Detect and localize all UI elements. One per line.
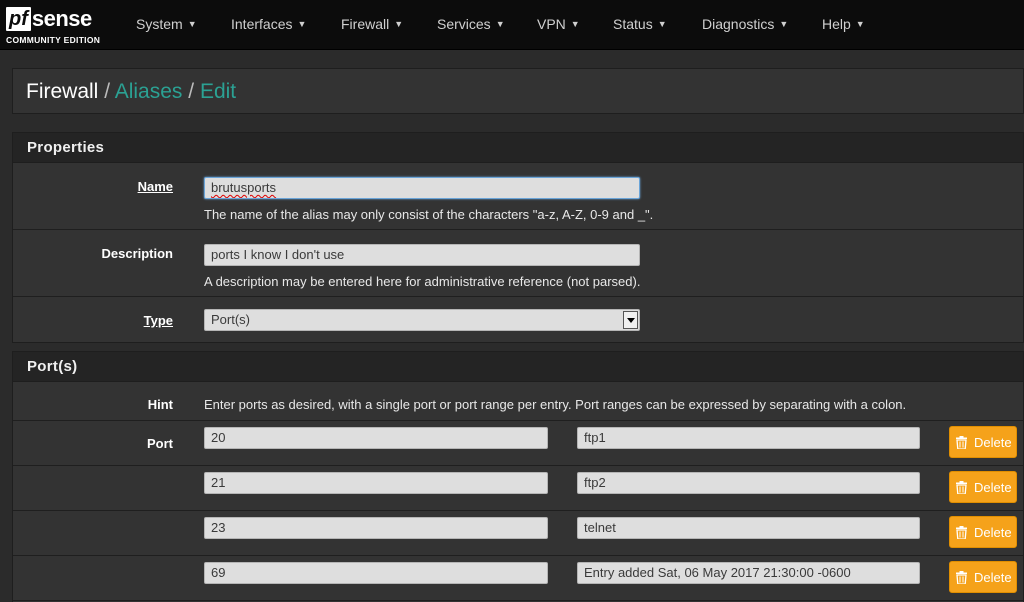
- logo-edition: COMMUNITY EDITION: [6, 35, 101, 45]
- caret-down-icon: ▼: [187, 19, 197, 29]
- menu-firewall-label: Firewall: [341, 16, 390, 32]
- delete-button[interactable]: Delete: [949, 471, 1017, 503]
- description-row: Description ports I know I don't use A d…: [13, 230, 1023, 297]
- port-input[interactable]: 21: [204, 472, 548, 494]
- properties-title: Properties: [27, 139, 105, 156]
- caret-down-icon: ▼: [779, 19, 789, 29]
- port-input[interactable]: 23: [204, 517, 548, 539]
- menu-diagnostics[interactable]: Diagnostics ▼: [702, 16, 788, 32]
- port-description-input[interactable]: telnet: [577, 517, 920, 539]
- menu-diagnostics-label: Diagnostics: [702, 16, 775, 32]
- properties-panel-header: Properties: [13, 133, 1023, 163]
- delete-button[interactable]: Delete: [949, 561, 1017, 593]
- type-select-value: Port(s): [211, 312, 250, 327]
- pfsense-logo[interactable]: pf sense COMMUNITY EDITION: [6, 5, 126, 47]
- port-description-input[interactable]: ftp1: [577, 427, 920, 449]
- delete-button-label: Delete: [974, 525, 1012, 540]
- menu-services[interactable]: Services ▼: [437, 16, 505, 32]
- port-input-value: 21: [211, 475, 226, 490]
- delete-button[interactable]: Delete: [949, 426, 1017, 458]
- port-entry-row: 69 Entry added Sat, 06 May 2017 21:30:00…: [13, 556, 1023, 601]
- properties-panel: Properties Name brutusports The name of …: [12, 132, 1024, 343]
- caret-down-icon: ▼: [855, 19, 865, 29]
- hint-row: Hint Enter ports as desired, with a sing…: [13, 382, 1023, 421]
- breadcrumb-separator: /: [188, 80, 195, 103]
- name-help: The name of the alias may only consist o…: [204, 207, 654, 222]
- breadcrumb-edit[interactable]: Edit: [200, 80, 236, 103]
- menu-vpn[interactable]: VPN ▼: [537, 16, 580, 32]
- trash-icon: [956, 436, 967, 449]
- trash-icon: [956, 571, 967, 584]
- port-description-input[interactable]: Entry added Sat, 06 May 2017 21:30:00 -0…: [577, 562, 920, 584]
- ports-title: Port(s): [27, 358, 78, 375]
- hint-text: Enter ports as desired, with a single po…: [204, 397, 907, 412]
- description-input-value: ports I know I don't use: [211, 247, 345, 262]
- name-row: Name brutusports The name of the alias m…: [13, 163, 1023, 230]
- port-description-value: ftp2: [584, 475, 606, 490]
- menu-services-label: Services: [437, 16, 491, 32]
- port-entry-row: 23 telnet Delete: [13, 511, 1023, 556]
- trash-icon: [956, 526, 967, 539]
- port-input-value: 69: [211, 565, 226, 580]
- menu-firewall[interactable]: Firewall ▼: [341, 16, 403, 32]
- port-input[interactable]: 69: [204, 562, 548, 584]
- type-label: Type: [143, 313, 173, 328]
- port-description-value: Entry added Sat, 06 May 2017 21:30:00 -0…: [584, 565, 851, 580]
- delete-button[interactable]: Delete: [949, 516, 1017, 548]
- menu-vpn-label: VPN: [537, 16, 566, 32]
- port-input[interactable]: 20: [204, 427, 548, 449]
- menu-interfaces[interactable]: Interfaces ▼: [231, 16, 306, 32]
- breadcrumb: Firewall / Aliases / Edit: [12, 68, 1024, 114]
- menu-status-label: Status: [613, 16, 653, 32]
- port-description-input[interactable]: ftp2: [577, 472, 920, 494]
- ports-panel-header: Port(s): [13, 352, 1023, 382]
- delete-button-label: Delete: [974, 570, 1012, 585]
- menu-system[interactable]: System ▼: [136, 16, 197, 32]
- logo-wordmark: pf sense: [6, 5, 92, 33]
- hint-label: Hint: [147, 397, 173, 412]
- name-input-value: brutusports: [211, 180, 277, 195]
- logo-pf: pf: [6, 7, 31, 31]
- menu-help[interactable]: Help ▼: [822, 16, 865, 32]
- type-row: Type Port(s): [13, 297, 1023, 343]
- description-label: Description: [101, 246, 173, 261]
- delete-button-label: Delete: [974, 480, 1012, 495]
- ports-panel: Port(s) Hint Enter ports as desired, wit…: [12, 351, 1024, 602]
- breadcrumb-trail: Firewall / Aliases / Edit: [26, 80, 236, 104]
- description-help: A description may be entered here for ad…: [204, 274, 641, 289]
- port-input-value: 23: [211, 520, 226, 535]
- type-select[interactable]: Port(s): [204, 309, 640, 331]
- menu-interfaces-label: Interfaces: [231, 16, 293, 32]
- chevron-down-icon[interactable]: [623, 311, 638, 329]
- caret-down-icon: ▼: [394, 19, 404, 29]
- caret-down-icon: ▼: [570, 19, 580, 29]
- caret-down-icon: ▼: [657, 19, 667, 29]
- breadcrumb-separator: /: [104, 80, 111, 103]
- port-description-value: telnet: [584, 520, 616, 535]
- breadcrumb-aliases[interactable]: Aliases: [115, 80, 183, 103]
- port-entry-row: 21 ftp2 Delete: [13, 466, 1023, 511]
- port-entry-row: Port 20 ftp1 Delete: [13, 421, 1023, 466]
- port-description-value: ftp1: [584, 430, 606, 445]
- logo-sense: sense: [31, 6, 92, 31]
- top-navbar: pf sense COMMUNITY EDITION System ▼ Interf…: [0, 0, 1024, 50]
- name-input[interactable]: brutusports: [204, 177, 640, 199]
- menu-system-label: System: [136, 16, 183, 32]
- caret-down-icon: ▼: [297, 19, 307, 29]
- trash-icon: [956, 481, 967, 494]
- port-input-value: 20: [211, 430, 226, 445]
- caret-down-icon: ▼: [495, 19, 505, 29]
- menu-help-label: Help: [822, 16, 851, 32]
- port-label: Port: [147, 436, 173, 451]
- delete-button-label: Delete: [974, 435, 1012, 450]
- name-label: Name: [137, 179, 173, 194]
- description-input[interactable]: ports I know I don't use: [204, 244, 640, 266]
- breadcrumb-firewall: Firewall: [26, 80, 99, 103]
- menu-status[interactable]: Status ▼: [613, 16, 667, 32]
